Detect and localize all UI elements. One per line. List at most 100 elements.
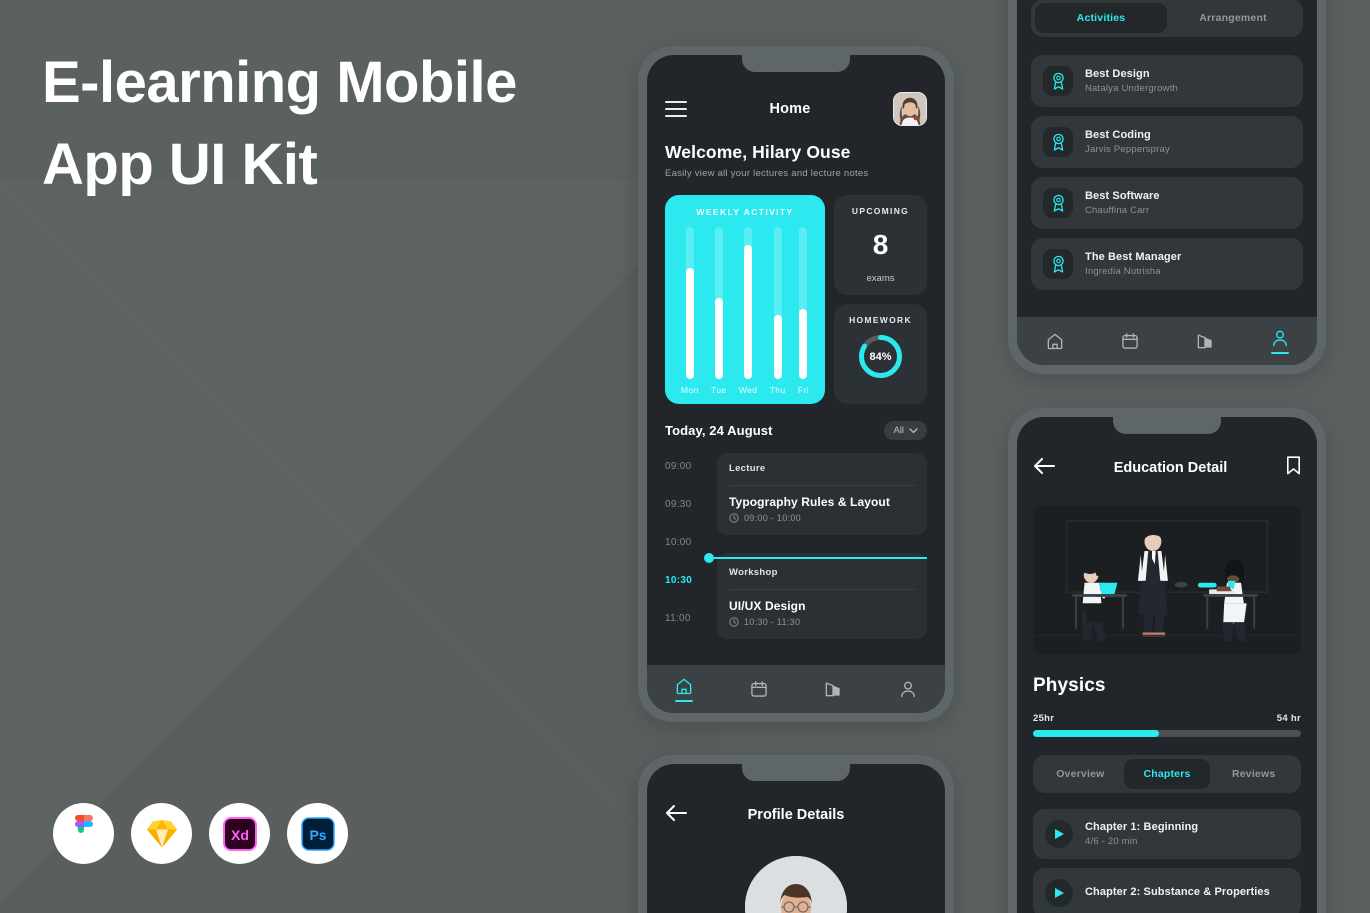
- award-icon-glyph: [1052, 255, 1064, 273]
- activity-title: Best Software: [1085, 190, 1160, 202]
- event-kind: Lecture: [729, 463, 766, 474]
- tab-arrangement[interactable]: Arrangement: [1167, 3, 1299, 33]
- tab-active-indicator: [675, 700, 694, 702]
- bar-fill: [744, 245, 753, 379]
- bar-label: Wed: [738, 385, 758, 395]
- upcoming-exams-card[interactable]: UPCOMING 8 exams: [834, 195, 927, 295]
- list-item[interactable]: Best Coding Jarvis Pepperspray: [1031, 116, 1303, 168]
- back-button[interactable]: [665, 804, 687, 826]
- bar-label: Thu: [769, 385, 786, 395]
- bar-fill: [799, 309, 808, 379]
- chapter-title: Chapter 2: Substance & Properties: [1085, 885, 1270, 898]
- svg-text:Ps: Ps: [309, 827, 326, 843]
- award-icon: [1043, 127, 1073, 157]
- filter-dropdown[interactable]: All: [884, 421, 927, 440]
- weekly-activity-bars: Mon Tue Wed Thu Fri: [677, 217, 813, 395]
- tab-profile[interactable]: [1270, 328, 1290, 354]
- svg-text:Xd: Xd: [231, 827, 249, 843]
- upcoming-unit: exams: [866, 273, 895, 284]
- tab-library[interactable]: [823, 679, 843, 699]
- time-slot-current: 10:30: [665, 575, 693, 586]
- clock-icon: [729, 617, 739, 627]
- tab-home[interactable]: [1045, 331, 1065, 351]
- sketch-logo-badge[interactable]: [131, 803, 192, 864]
- back-arrow-icon: [1034, 457, 1055, 474]
- library-icon: [825, 682, 840, 697]
- award-icon-glyph: [1052, 194, 1064, 212]
- tab-chapters[interactable]: Chapters: [1123, 759, 1211, 789]
- divider: [729, 589, 915, 590]
- calendar-icon: [1121, 333, 1138, 349]
- event-time: 09:00 - 10:00: [744, 513, 801, 523]
- divider: [729, 485, 915, 486]
- list-item[interactable]: Best Software Chauffina Carr: [1031, 177, 1303, 229]
- tab-overview[interactable]: Overview: [1037, 759, 1124, 789]
- homework-card[interactable]: HOMEWORK 84%: [834, 304, 927, 404]
- play-button[interactable]: [1045, 879, 1073, 907]
- tool-badges: Xd Ps: [53, 803, 348, 864]
- user-avatar-image: [894, 93, 926, 125]
- figma-logo-badge[interactable]: [53, 803, 114, 864]
- bar-label: Fri: [797, 385, 809, 395]
- award-icon: [1043, 66, 1073, 96]
- welcome-subtitle: Easily view all your lectures and lectur…: [665, 168, 869, 179]
- play-button[interactable]: [1045, 820, 1073, 848]
- schedule-list: 09:00 09:30 10:00 10:30 11:00 Lecture Ty…: [665, 453, 927, 651]
- list-item[interactable]: Chapter 1: Beginning 4/6 - 20 min: [1033, 809, 1301, 859]
- list-item[interactable]: Best Design Natalya Undergrowth: [1031, 55, 1303, 107]
- event-time-row: 10:30 - 11:30: [729, 617, 915, 627]
- list-item[interactable]: The Best Manager Ingredia Nutrisha: [1031, 238, 1303, 290]
- tab-activities[interactable]: Activities: [1035, 3, 1167, 33]
- phone-notch: [742, 55, 850, 72]
- activity-title: Best Coding: [1085, 129, 1151, 141]
- phone-mockup-profile: Profile Details: [638, 755, 954, 913]
- profile-screen: Profile Details: [647, 764, 945, 913]
- time-slot: 10:00: [665, 537, 692, 548]
- award-icon: [1043, 249, 1073, 279]
- profile-topbar: Profile Details: [665, 800, 927, 830]
- adobe-xd-logo-badge[interactable]: Xd: [209, 803, 270, 864]
- bar-column: Thu: [770, 227, 786, 395]
- current-time-dot: [704, 553, 714, 563]
- list-item[interactable]: Chapter 2: Substance & Properties: [1033, 868, 1301, 913]
- home-title: Home: [769, 101, 811, 117]
- avatar[interactable]: [893, 92, 927, 126]
- tab-calendar[interactable]: [749, 679, 769, 699]
- tab-reviews[interactable]: Reviews: [1210, 759, 1297, 789]
- photoshop-logo-badge[interactable]: Ps: [287, 803, 348, 864]
- schedule-event-card[interactable]: Workshop UI/UX Design 10:30 - 11:30: [717, 553, 927, 639]
- bookmark-button[interactable]: [1286, 456, 1301, 480]
- headline-line-2: App UI Kit: [42, 132, 318, 198]
- schedule-events-column: Lecture Typography Rules & Layout 09:00 …: [704, 453, 927, 651]
- homework-donut-chart: 84%: [856, 332, 905, 381]
- current-time-marker: [704, 553, 927, 563]
- tab-library[interactable]: [1195, 331, 1215, 351]
- back-button[interactable]: [1033, 457, 1055, 479]
- home-screen: Home Welcome, Hilary Ouse Easily view al…: [647, 55, 945, 713]
- bookmark-icon: [1287, 456, 1300, 475]
- bar-track: [744, 227, 753, 379]
- bottom-tab-bar: [647, 665, 945, 713]
- bar-column: Wed: [739, 227, 758, 395]
- hamburger-icon[interactable]: [665, 101, 687, 117]
- weekly-activity-card[interactable]: WEEKLY ACTIVITY Mon Tue Wed Thu Fri: [665, 195, 825, 404]
- education-screen: Education Detail Physics 25hr 54 hr Over…: [1017, 417, 1317, 913]
- photoshop-logo-icon: Ps: [300, 816, 335, 851]
- activities-segmented-control: Activities Arrangement: [1031, 0, 1303, 37]
- calendar-icon: [751, 681, 767, 697]
- bar-fill: [685, 268, 694, 379]
- schedule-event-card[interactable]: Lecture Typography Rules & Layout 09:00 …: [717, 453, 927, 535]
- weekly-activity-title: WEEKLY ACTIVITY: [696, 207, 794, 217]
- filter-value: All: [893, 425, 904, 436]
- chapters-list: Chapter 1: Beginning 4/6 - 20 min Chapte…: [1033, 809, 1301, 913]
- bottom-tab-bar: [1017, 317, 1317, 365]
- tab-home[interactable]: [674, 676, 694, 702]
- tab-profile[interactable]: [898, 679, 918, 699]
- bar-label: Tue: [711, 385, 727, 395]
- page-title: E-learning Mobile App UI Kit: [42, 42, 662, 207]
- activities-screen: Activities Arrangement Best Design Natal…: [1017, 0, 1317, 365]
- sketch-logo-icon: [146, 819, 177, 847]
- person-icon: [900, 681, 915, 698]
- phone-mockup-home: Home Welcome, Hilary Ouse Easily view al…: [638, 46, 954, 722]
- tab-calendar[interactable]: [1120, 331, 1140, 351]
